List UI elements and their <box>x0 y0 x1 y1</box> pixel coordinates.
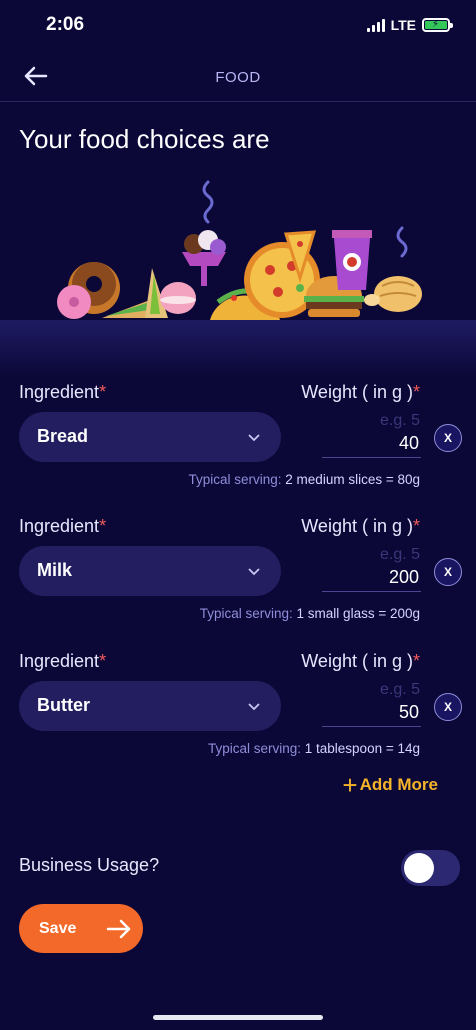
add-more-label: Add More <box>359 775 438 794</box>
donut-icon <box>57 262 120 319</box>
battery-level: ⚡ <box>425 19 447 30</box>
ingredient-select[interactable]: Bread <box>19 412 281 462</box>
ice-cream-icon <box>182 230 226 286</box>
network-type: LTE <box>390 17 416 33</box>
weight-label: Weight ( in g )* <box>301 382 420 402</box>
toggle-knob <box>404 853 434 883</box>
weight-label: Weight ( in g )* <box>301 651 420 671</box>
save-button[interactable]: Save <box>19 904 143 953</box>
ingredient-row: Ingredient* Weight ( in g )* Butter e.g.… <box>0 651 476 781</box>
croissant-icon <box>364 276 422 312</box>
weight-label: Weight ( in g )* <box>301 516 420 536</box>
page-title: Your food choices are <box>19 124 270 154</box>
illustration-band <box>0 320 476 376</box>
plus-icon: + <box>342 770 358 800</box>
status-bar: 2:06 LTE ⚡ <box>0 0 476 52</box>
ingredient-row: Ingredient* Weight ( in g )* Milk e.g. 5… <box>0 516 476 646</box>
ingredient-label: Ingredient* <box>19 382 107 402</box>
remove-ingredient-button[interactable]: X <box>434 558 462 586</box>
remove-ingredient-button[interactable]: X <box>434 424 462 452</box>
weight-placeholder: e.g. 5 <box>379 681 420 698</box>
ingredient-value: Butter <box>37 695 90 715</box>
remove-ingredient-button[interactable]: X <box>434 693 462 721</box>
chevron-down-icon <box>248 434 260 442</box>
chevron-down-icon <box>248 703 260 711</box>
nav-header: FOOD <box>0 52 476 102</box>
weight-placeholder: e.g. 5 <box>379 546 420 563</box>
arrow-right-icon <box>107 919 131 938</box>
ingredient-value: Bread <box>37 426 89 446</box>
serving-hint: Typical serving: 2 medium slices = 80g <box>188 472 420 487</box>
business-usage-toggle[interactable] <box>401 850 460 886</box>
signal-icon <box>366 18 385 32</box>
ingredient-label: Ingredient* <box>19 516 107 536</box>
chevron-down-icon <box>248 568 260 576</box>
weight-input[interactable] <box>322 564 421 592</box>
ingredient-row: Ingredient* Weight ( in g )* Bread e.g. … <box>0 382 476 512</box>
ingredient-select[interactable]: Butter <box>19 681 281 731</box>
home-indicator <box>153 1015 323 1020</box>
business-usage-label: Business Usage? <box>19 855 160 875</box>
ingredient-value: Milk <box>37 560 73 580</box>
page-header-title: FOOD <box>215 69 261 86</box>
status-time: 2:06 <box>46 14 85 35</box>
weight-input[interactable] <box>322 430 421 458</box>
ingredient-label: Ingredient* <box>19 651 107 671</box>
battery-icon: ⚡ <box>422 18 453 32</box>
weight-placeholder: e.g. 5 <box>379 412 420 429</box>
status-indicators: LTE ⚡ <box>366 17 453 33</box>
serving-hint: Typical serving: 1 tablespoon = 14g <box>207 741 420 756</box>
ingredient-select[interactable]: Milk <box>19 546 281 596</box>
weight-input[interactable] <box>322 699 421 727</box>
food-illustration <box>57 180 422 320</box>
save-label: Save <box>39 919 77 937</box>
macaron-icon <box>160 282 196 314</box>
add-more-button[interactable]: + Add More <box>342 770 438 800</box>
drink-cup-icon <box>332 230 372 290</box>
serving-hint: Typical serving: 1 small glass = 200g <box>199 606 420 621</box>
